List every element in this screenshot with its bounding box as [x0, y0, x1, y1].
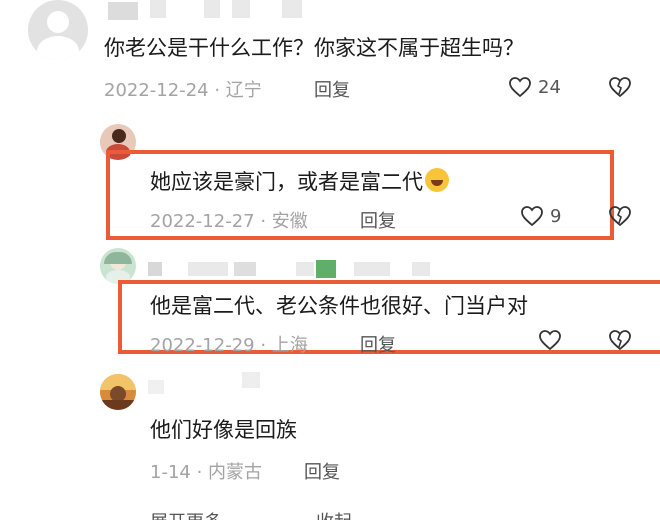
broken-heart-icon[interactable] [608, 205, 632, 227]
blurred-username [150, 0, 166, 18]
heart-outline-icon[interactable] [508, 76, 532, 98]
blurred-username [204, 0, 220, 18]
comment-text-content: 她应该是豪门，或者是富二代 [150, 170, 423, 194]
comment-text: 他们好像是回族 [150, 418, 297, 442]
comment-text: 你老公是干什么工作？你家这不属于超生吗？ [104, 36, 524, 60]
broken-heart-icon[interactable] [608, 329, 632, 351]
blurred-username [282, 0, 302, 18]
avatar[interactable] [28, 0, 88, 60]
avatar[interactable] [100, 374, 136, 410]
comment-meta: 2022-12-27 · 安徽 [150, 211, 308, 232]
heart-outline-icon[interactable] [520, 205, 544, 227]
reply-button[interactable]: 回复 [304, 458, 340, 484]
blurred-username [242, 372, 260, 388]
avatar[interactable] [100, 248, 136, 284]
blurred-username [412, 262, 430, 276]
comment-meta: 1-14 · 内蒙古 [150, 462, 263, 483]
blurred-username [354, 262, 390, 276]
heart-outline-icon[interactable] [538, 329, 562, 351]
broken-heart-icon[interactable] [608, 76, 632, 98]
reply-button[interactable]: 回复 [360, 207, 396, 233]
like-count: 9 [550, 206, 562, 227]
blurred-username [148, 380, 164, 394]
comment-text: 她应该是豪门，或者是富二代 [150, 166, 449, 196]
blurred-username [232, 0, 250, 18]
laughing-emoji-icon [425, 168, 449, 192]
comment-meta: 2022-12-29 · 上海 [150, 335, 308, 356]
comment-meta: 2022-12-24 · 辽宁 [104, 80, 262, 101]
blurred-username [108, 2, 138, 20]
blurred-username [148, 262, 162, 276]
blurred-username [296, 262, 314, 276]
comment-text: 他是富二代、老公条件也很好、门当户对 [150, 294, 528, 318]
blurred-username [188, 262, 228, 276]
collapse-link[interactable]: 收起 [316, 508, 352, 520]
like-count: 24 [538, 77, 561, 98]
reply-button[interactable]: 回复 [360, 331, 396, 357]
reply-button[interactable]: 回复 [314, 76, 350, 102]
expand-more-link[interactable]: 展开更多 [150, 508, 222, 520]
blurred-username [234, 262, 256, 276]
blurred-username [316, 260, 336, 278]
